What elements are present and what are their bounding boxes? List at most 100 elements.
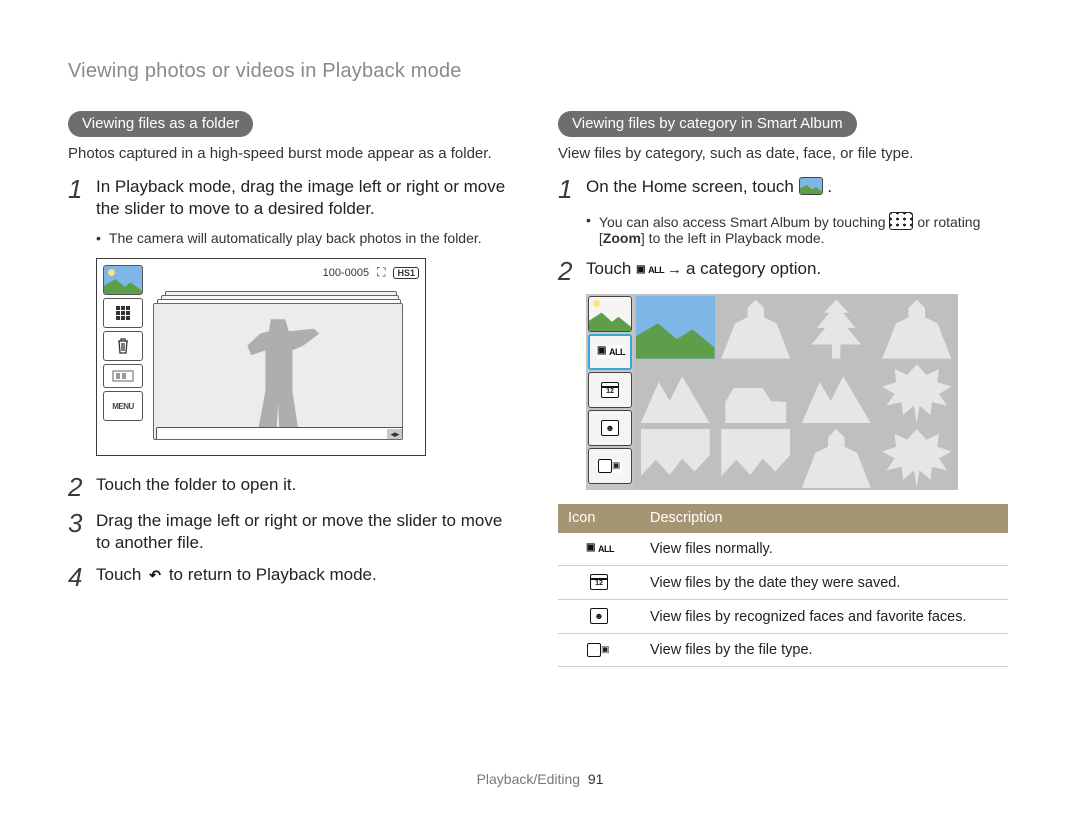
cell-desc: View files normally. [640,533,1008,566]
face-icon [590,608,608,624]
step1-post: . [823,177,832,196]
two-column-layout: Viewing files as a folder Photos capture… [68,111,1012,667]
scrollbar: ◂▸ [156,427,403,440]
scrollbar-grip: ◂▸ [387,429,403,439]
footer-section: Playback/Editing [477,771,581,787]
filetype-icon [598,459,622,473]
grid-cell [878,425,957,488]
intro-left: Photos captured in a high-speed burst mo… [68,145,518,162]
calendar-icon [601,382,619,398]
right-column: Viewing files by category in Smart Album… [558,111,1008,667]
grid-cell [717,425,796,488]
step-text: In Playback mode, drag the image left or… [96,176,518,220]
grid-cell [717,296,796,359]
grid-cell [797,361,876,424]
cell-icon [558,634,640,667]
step-3: 3 Drag the image left or right or move t… [68,510,518,554]
cell-icon [558,566,640,600]
step-sub-bullet: • The camera will automatically play bac… [96,230,518,246]
step-text: On the Home screen, touch . [586,176,832,202]
step-2: 2 Touch the folder to open it. [68,474,518,500]
left-column: Viewing files as a folder Photos capture… [68,111,518,667]
grid-cell [636,361,715,424]
step-text: Drag the image left or right or move the… [96,510,518,554]
return-icon [146,567,164,583]
stack-front: ◂▸ [153,303,403,440]
step-number: 4 [68,564,86,590]
thumbnail-photo-icon [103,265,143,295]
filetype-icon [587,643,611,657]
grid-cell [717,361,796,424]
step-1: 1 In Playback mode, drag the image left … [68,176,518,220]
file-number: 100-0005 [323,267,370,279]
all-icon: ALL [586,542,612,556]
table-row: ALL View files normally. [558,533,1008,566]
album-sidebar: ALL [586,294,634,490]
bullet-dot: • [96,230,101,246]
figure-folder-view: MENU 100-0005 ⛶ HS1 ◂▸ [96,258,426,456]
trash-icon [103,331,143,361]
step-number: 1 [558,176,576,202]
face-icon [601,420,619,436]
col-header-desc: Description [640,504,1008,533]
grid-icon [103,298,143,328]
table-row: View files by the file type. [558,634,1008,667]
sidebar-face-icon [588,410,632,446]
slideshow-icon [103,364,143,388]
grid-cell-photo [636,296,715,359]
cell-icon [558,600,640,634]
figure-smart-album: ALL [586,294,958,490]
step4-pre: Touch [96,565,146,584]
grid-icon [889,212,913,230]
grid-cell [797,425,876,488]
manual-page: Viewing photos or videos in Playback mod… [0,0,1080,815]
step-1-right: 1 On the Home screen, touch . [558,176,1008,202]
step-text: Touch ALL → a category option. [586,258,821,284]
icon-description-table: Icon Description ALL View files normally… [558,504,1008,667]
section-title-right: Viewing files by category in Smart Album [558,111,857,137]
figure-top-status: 100-0005 ⛶ HS1 [323,265,419,280]
bullet-dot: • [586,212,591,246]
grid-cell [878,296,957,359]
page-footer: Playback/Editing 91 [0,771,1080,787]
step-2-right: 2 Touch ALL → a category option. [558,258,1008,284]
calendar-icon [590,574,608,590]
step-number: 3 [68,510,86,554]
sidebar-filetype-icon [588,448,632,484]
step-number: 1 [68,176,86,220]
zoom-key: Zoom [603,230,641,246]
bullet-text: You can also access Smart Album by touch… [599,212,1008,246]
step1-pre: On the Home screen, touch [586,177,799,196]
step-number: 2 [68,474,86,500]
sidebar-all-icon: ALL [588,334,632,370]
cell-desc: View files by the file type. [640,634,1008,667]
all-category-icon: ALL [636,263,662,277]
table-row: View files by recognized faces and favor… [558,600,1008,634]
album-home-icon [799,177,823,195]
intro-right: View files by category, such as date, fa… [558,145,1008,162]
b1-pre: You can also access Smart Album by touch… [599,214,890,230]
step-text: Touch the folder to open it. [96,474,296,500]
grid-cell [878,361,957,424]
page-number: 91 [588,771,604,787]
b1-post: ] to the left in Playback mode. [641,230,825,246]
step-4: 4 Touch to return to Playback mode. [68,564,518,590]
grid-cell [636,425,715,488]
expand-icon: ⛶ [377,265,385,280]
step4-post: to return to Playback mode. [169,565,377,584]
page-header: Viewing photos or videos in Playback mod… [68,60,1012,83]
s2-post: a category option. [686,259,821,278]
sidebar-thumbnail-icon [588,296,632,332]
all-icon: ALL [597,345,623,359]
table-header-row: Icon Description [558,504,1008,533]
s2-pre: Touch [586,259,636,278]
sidebar-date-icon [588,372,632,408]
cell-desc: View files by recognized faces and favor… [640,600,1008,634]
step1-sub-bullet: • You can also access Smart Album by tou… [586,212,1008,246]
cell-icon: ALL [558,533,640,566]
person-silhouette [233,319,323,439]
photo-stack: ◂▸ [151,281,406,439]
menu-button: MENU [103,391,143,421]
col-header-icon: Icon [558,504,640,533]
hs-badge: HS1 [393,267,419,279]
